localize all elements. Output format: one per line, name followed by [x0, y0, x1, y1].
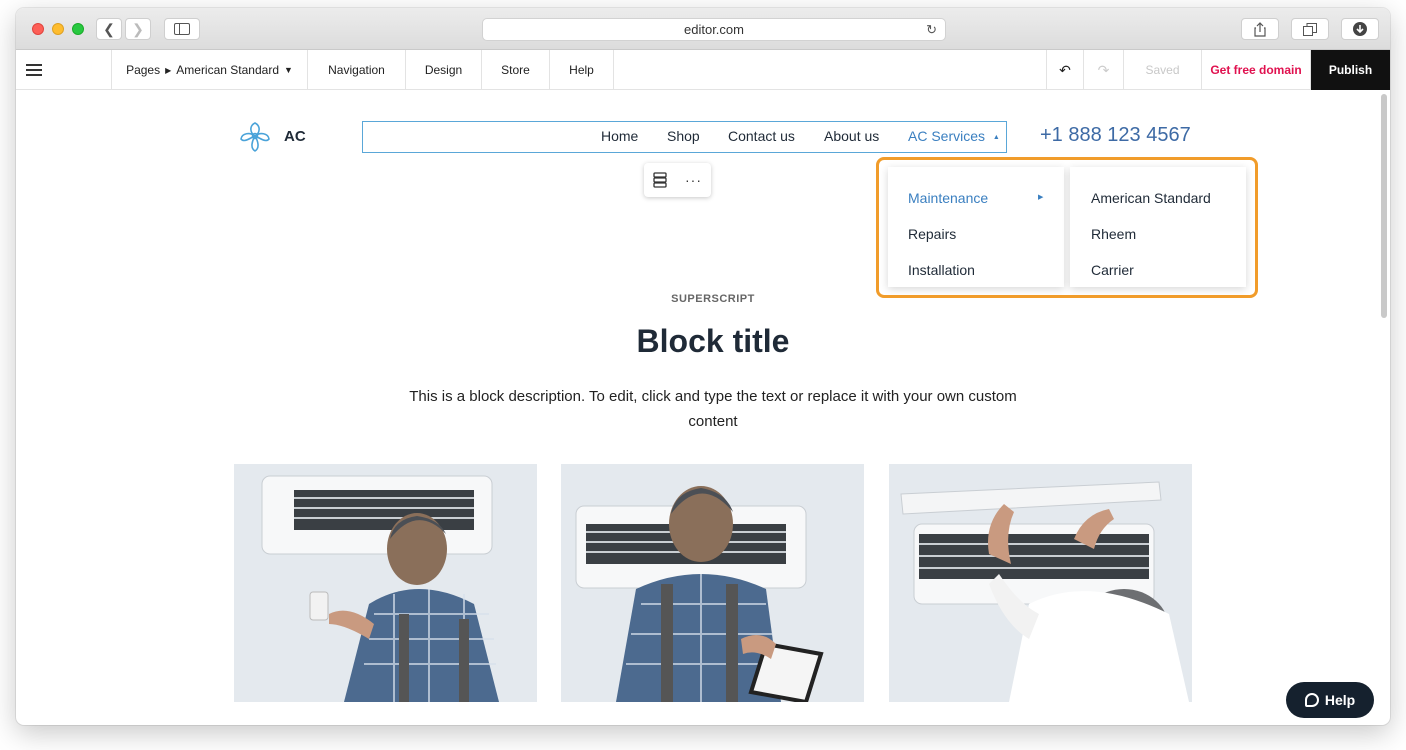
publish-label: Publish [1328, 63, 1373, 77]
undo-icon: ↶ [1059, 61, 1071, 78]
browser-titlebar: ❮ ❯ editor.com ↻ [16, 8, 1390, 50]
tabs-button[interactable] [1291, 18, 1329, 40]
block-superscript[interactable]: SUPERSCRIPT [38, 293, 1388, 305]
pages-selector[interactable]: Pages ▶ American Standard ▼ [112, 50, 308, 90]
caret-up-icon: ▲ [992, 134, 1000, 141]
caret-down-icon: ▼ [284, 65, 293, 75]
nav-item-about-us[interactable]: About us [824, 128, 879, 144]
fan-logo-icon[interactable] [238, 121, 272, 153]
downloads-button[interactable] [1341, 18, 1379, 40]
page-scrollbar[interactable] [1381, 94, 1387, 318]
nav-item-ac-services[interactable]: AC Services ▲ [908, 128, 1000, 144]
download-icon [1353, 22, 1367, 36]
tab-help[interactable]: Help [550, 50, 614, 90]
get-free-domain-label: Get free domain [1210, 63, 1302, 77]
editor-toolbar: Pages ▶ American Standard ▼ Navigation D… [16, 50, 1390, 90]
gallery-image-technician-opening-unit[interactable] [889, 464, 1192, 702]
tab-navigation-label: Navigation [328, 63, 385, 77]
zoom-window-button[interactable] [72, 23, 84, 35]
nav-item-home[interactable]: Home [601, 128, 638, 144]
redo-button[interactable]: ↷ [1084, 50, 1124, 90]
pages-label: Pages [126, 63, 161, 77]
share-icon [1254, 21, 1266, 37]
layers-icon[interactable] [653, 172, 667, 188]
chevron-right-icon: ▶ [165, 65, 172, 75]
help-label: Help [1324, 692, 1356, 708]
minimize-window-button[interactable] [52, 23, 64, 35]
gallery-image-technician-remote[interactable] [234, 464, 537, 702]
close-window-button[interactable] [32, 23, 44, 35]
browser-window: ❮ ❯ editor.com ↻ Pages ▶ American Standa… [16, 8, 1390, 725]
forward-button[interactable]: ❯ [125, 18, 151, 40]
back-button[interactable]: ❮ [96, 18, 122, 40]
more-options-icon[interactable]: ··· [685, 172, 702, 188]
dropdown-highlight [876, 157, 1258, 298]
tabs-icon [1303, 22, 1317, 36]
nav-item-contact-us[interactable]: Contact us [728, 128, 795, 144]
block-title[interactable]: Block title [38, 323, 1388, 360]
technician-remote-image [234, 464, 537, 702]
tab-design[interactable]: Design [406, 50, 482, 90]
saved-label: Saved [1145, 63, 1180, 77]
nav-item-shop[interactable]: Shop [667, 128, 700, 144]
chevron-left-icon: ❮ [103, 20, 115, 37]
hamburger-icon [26, 64, 42, 76]
publish-button[interactable]: Publish [1311, 50, 1390, 90]
nav-item-ac-services-label: AC Services [908, 128, 986, 144]
get-free-domain-button[interactable]: Get free domain [1202, 50, 1311, 90]
brand-name[interactable]: AC [284, 128, 306, 145]
block-description[interactable]: This is a block description. To edit, cl… [398, 384, 1028, 434]
chevron-right-icon: ❯ [132, 20, 144, 37]
phone-number[interactable]: +1 888 123 4567 [1040, 124, 1191, 147]
help-button[interactable]: Help [1286, 682, 1374, 718]
gallery-image-technician-clipboard[interactable] [561, 464, 864, 702]
redo-icon: ↷ [1097, 61, 1110, 78]
main-menu-button[interactable] [16, 50, 112, 90]
chat-bubble-icon [1304, 693, 1319, 707]
technician-clipboard-image [561, 464, 864, 702]
url-text: editor.com [684, 22, 744, 37]
tab-help-label: Help [569, 63, 594, 77]
tab-store[interactable]: Store [482, 50, 550, 90]
saved-status: Saved [1124, 50, 1202, 90]
tab-store-label: Store [501, 63, 530, 77]
undo-button[interactable]: ↶ [1046, 50, 1084, 90]
current-page-label: American Standard [176, 63, 279, 77]
tab-design-label: Design [424, 63, 463, 77]
page-canvas: AC Home Shop Contact us About us AC Serv… [38, 90, 1380, 725]
nav-block-toolbar: ··· [644, 163, 711, 197]
reload-icon[interactable]: ↻ [926, 22, 937, 38]
address-bar[interactable]: editor.com ↻ [482, 18, 946, 41]
tab-navigation[interactable]: Navigation [308, 50, 406, 90]
sidebar-icon [174, 23, 190, 35]
sidebar-toggle-button[interactable] [164, 18, 200, 40]
share-button[interactable] [1241, 18, 1279, 40]
technician-opening-unit-image [889, 464, 1192, 702]
